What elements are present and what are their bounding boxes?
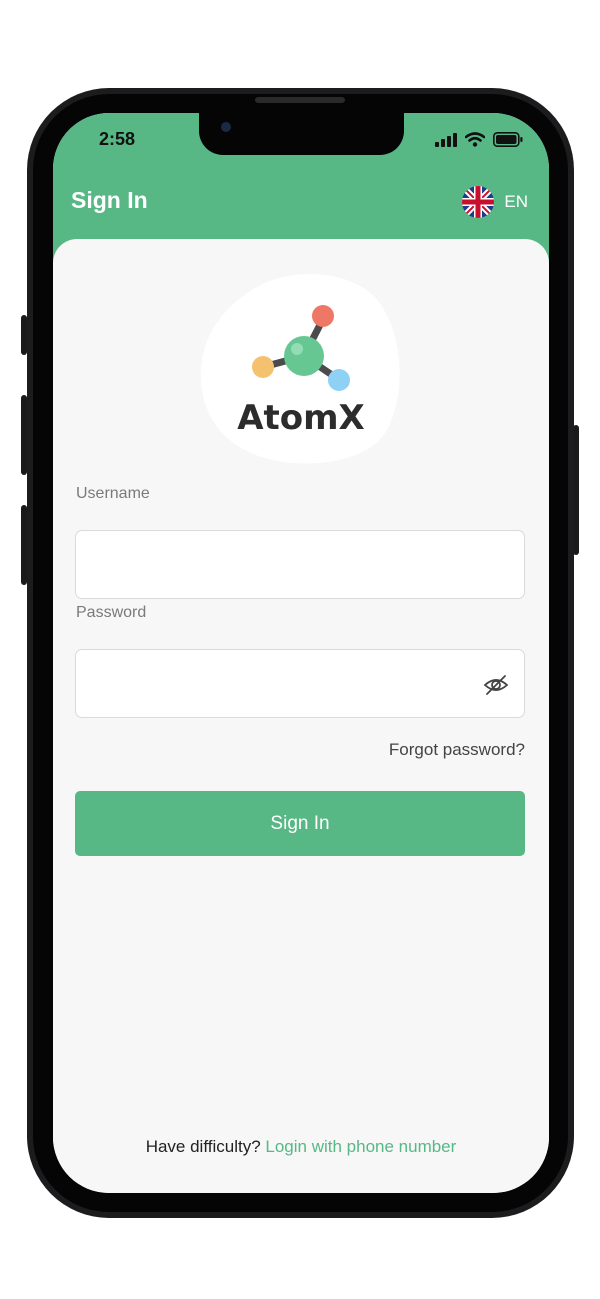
mute-switch — [21, 315, 27, 355]
battery-icon — [493, 132, 523, 147]
phone-speaker — [255, 97, 345, 103]
password-input[interactable] — [75, 649, 525, 718]
uk-flag-icon — [462, 186, 495, 218]
footer-prompt: Have difficulty? — [145, 1137, 261, 1156]
front-camera — [221, 122, 231, 132]
username-input[interactable] — [75, 530, 525, 599]
signal-icon — [435, 132, 457, 147]
status-icons — [435, 132, 523, 147]
sign-in-button[interactable]: Sign In — [75, 791, 525, 856]
footer: Have difficulty? Login with phone number — [53, 1137, 549, 1157]
logo-text: AtomX — [237, 398, 365, 438]
app-logo: AtomX — [199, 269, 403, 465]
status-time: 2:58 — [99, 129, 136, 149]
power-button — [573, 425, 579, 555]
volume-up-button — [21, 395, 27, 475]
page-title: Sign In — [71, 187, 148, 213]
screen: 2:58 Sign In EN AtomX Username Password … — [53, 113, 549, 1193]
eye-off-icon[interactable] — [483, 672, 509, 698]
language-selector[interactable]: EN — [462, 186, 528, 218]
forgot-password-link[interactable]: Forgot password? — [389, 740, 525, 760]
volume-down-button — [21, 505, 27, 585]
login-with-phone-link[interactable]: Login with phone number — [265, 1137, 456, 1156]
notch — [199, 113, 404, 155]
login-content: AtomX Username Password Forgot password?… — [53, 239, 549, 1193]
language-label: EN — [504, 192, 528, 211]
wifi-icon — [465, 132, 485, 147]
password-label: Password — [76, 604, 147, 621]
username-label: Username — [76, 485, 150, 502]
